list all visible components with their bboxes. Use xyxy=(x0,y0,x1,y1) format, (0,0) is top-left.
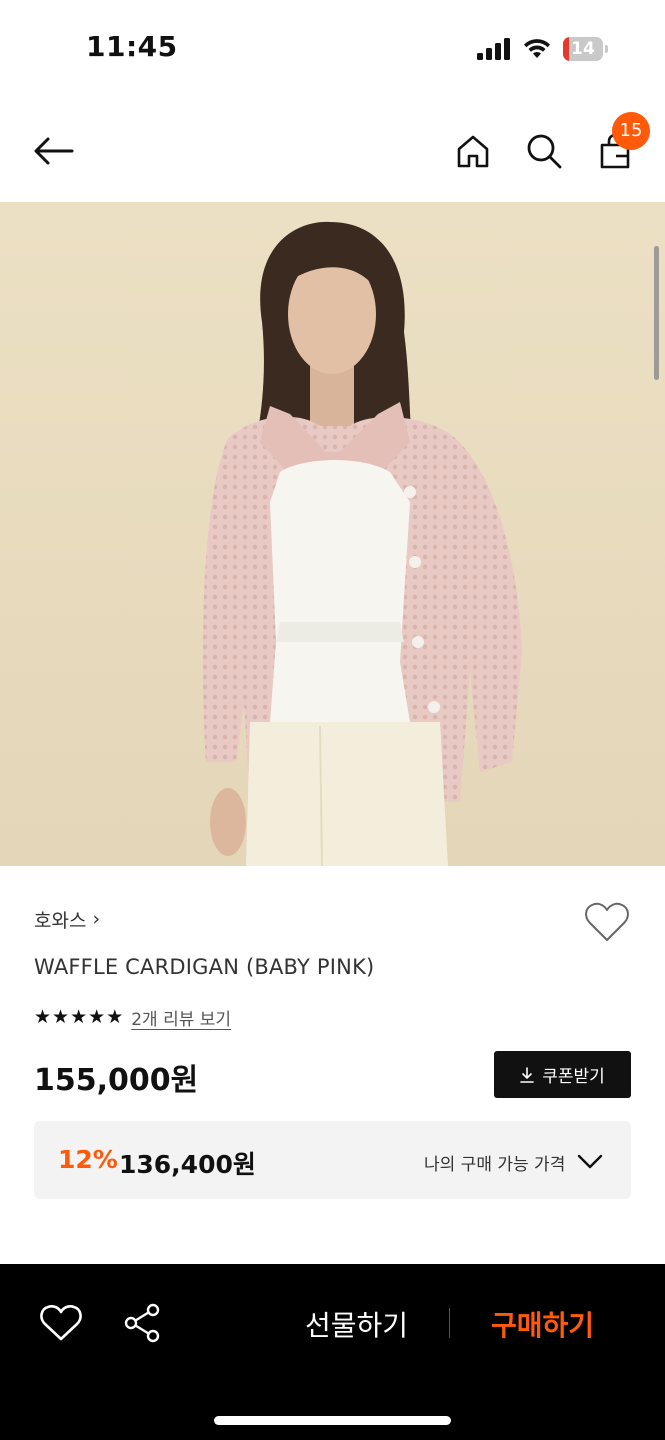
star-icon: ★ xyxy=(70,1005,88,1028)
home-button[interactable] xyxy=(450,128,496,174)
home-indicator xyxy=(214,1416,451,1425)
product-photo-illustration xyxy=(0,202,665,866)
back-arrow-icon xyxy=(34,137,74,165)
home-icon xyxy=(457,135,489,168)
scroll-indicator[interactable] xyxy=(654,246,659,380)
star-icon: ★ xyxy=(52,1005,70,1028)
cellular-signal-icon xyxy=(477,38,510,60)
battery-icon: 14 xyxy=(563,37,608,61)
status-time: 11:45 xyxy=(86,30,178,63)
wifi-icon xyxy=(524,39,550,58)
heart-icon xyxy=(585,902,629,941)
discount-rate: 12% xyxy=(58,1145,118,1174)
search-button[interactable] xyxy=(521,128,567,174)
download-icon xyxy=(520,1066,535,1083)
top-navigation-bar: 15 xyxy=(0,100,665,202)
wishlist-button[interactable] xyxy=(584,900,630,944)
status-bar: 11:45 14 xyxy=(0,0,665,100)
my-price-panel[interactable]: 12% 136,400원 나의 구매 가능 가격 xyxy=(34,1121,631,1199)
rating-stars: ★ ★ ★ ★ ★ xyxy=(34,1005,124,1028)
brand-name: 호와스 xyxy=(34,909,87,932)
star-icon: ★ xyxy=(88,1005,106,1028)
product-title: WAFFLE CARDIGAN (BABY PINK) xyxy=(34,955,375,979)
divider xyxy=(449,1308,450,1338)
battery-body: 14 xyxy=(563,37,603,61)
chevron-down-icon[interactable] xyxy=(577,1151,603,1171)
brand-link[interactable]: 호와스 › xyxy=(34,904,100,934)
cart-count-badge: 15 xyxy=(612,112,650,150)
star-icon: ★ xyxy=(106,1005,124,1028)
product-photo[interactable] xyxy=(0,202,665,866)
my-price-label: 나의 구매 가능 가격 xyxy=(424,1155,566,1175)
heart-icon[interactable] xyxy=(40,1303,82,1343)
star-icon: ★ xyxy=(34,1005,52,1028)
gift-button[interactable]: 선물하기 xyxy=(305,1304,408,1344)
search-icon xyxy=(527,134,562,169)
coupon-button-label: 쿠폰받기 xyxy=(542,1067,605,1087)
buy-button[interactable]: 구매하기 xyxy=(491,1304,594,1344)
battery-level-text: 14 xyxy=(571,39,595,59)
coupon-download-button[interactable]: 쿠폰받기 xyxy=(494,1051,631,1098)
discount-price: 136,400원 xyxy=(119,1150,256,1179)
share-icon[interactable] xyxy=(122,1302,162,1344)
back-button[interactable] xyxy=(30,128,76,174)
review-link[interactable]: 2개 리뷰 보기 xyxy=(131,1005,231,1030)
bottom-action-bar: 선물하기 구매하기 xyxy=(0,1264,665,1440)
rating-row: ★ ★ ★ ★ ★ 2개 리뷰 보기 xyxy=(34,1004,231,1030)
chevron-right-icon: › xyxy=(92,908,101,930)
product-price: 155,000원 xyxy=(34,1063,199,1098)
battery-nub xyxy=(605,45,608,53)
